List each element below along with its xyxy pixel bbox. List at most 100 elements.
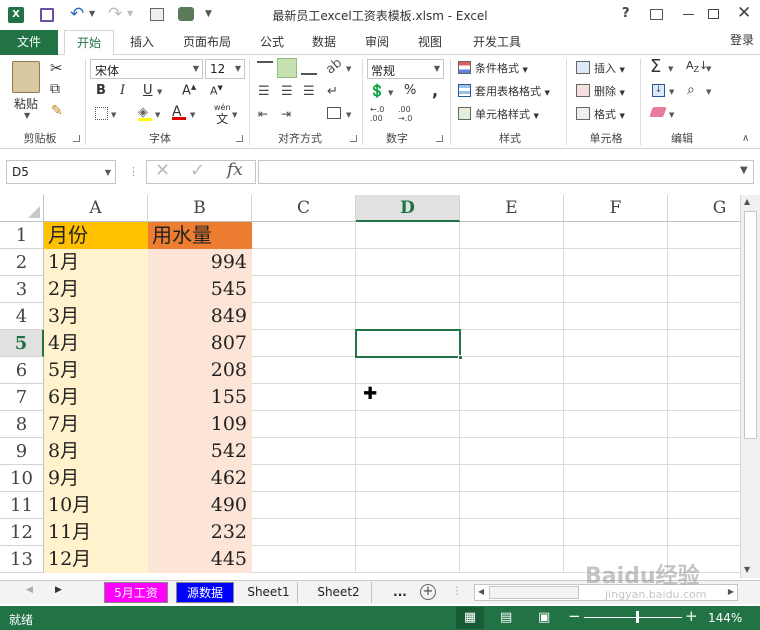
delete-cells-button[interactable]: 删除 ▼ bbox=[594, 83, 625, 99]
row-header-1[interactable]: 1 bbox=[0, 222, 44, 249]
page-break-view-icon[interactable]: ▣ bbox=[538, 610, 550, 625]
copy-icon[interactable]: ⧉ bbox=[50, 81, 60, 97]
cell-styles-button[interactable]: 单元格样式 ▼ bbox=[475, 106, 539, 122]
sort-filter-icon[interactable]: AZ↓ bbox=[686, 59, 708, 74]
italic-button[interactable]: I bbox=[120, 83, 125, 98]
cell-f7[interactable] bbox=[564, 384, 668, 411]
cell-b3[interactable]: 545 bbox=[148, 276, 252, 303]
cell-e8[interactable] bbox=[460, 411, 564, 438]
confirm-entry-icon[interactable]: ✓ bbox=[190, 160, 205, 181]
paste-button[interactable]: 粘贴 bbox=[14, 95, 38, 112]
comma-button[interactable]: , bbox=[432, 81, 438, 100]
fill-dropdown-icon[interactable]: ▼ bbox=[669, 88, 674, 96]
collapse-ribbon-icon[interactable]: ∧ bbox=[742, 133, 749, 144]
increase-decimal-icon[interactable]: ←.0.00 bbox=[370, 105, 384, 123]
cell-g9[interactable] bbox=[668, 438, 740, 465]
more-sheets-button[interactable]: ... bbox=[390, 582, 410, 603]
sort-filter-dropdown-icon[interactable]: ▼ bbox=[706, 65, 711, 73]
cell-b12[interactable]: 232 bbox=[148, 519, 252, 546]
cell-d10[interactable] bbox=[356, 465, 460, 492]
phonetic-icon[interactable]: wén 文 bbox=[214, 103, 231, 126]
cell-e3[interactable] bbox=[460, 276, 564, 303]
font-name-select[interactable]: 宋体 ▼ bbox=[90, 59, 203, 79]
accounting-dropdown-icon[interactable]: ▼ bbox=[388, 89, 393, 97]
undo-icon[interactable]: ↶ bbox=[70, 4, 84, 24]
cell-g11[interactable] bbox=[668, 492, 740, 519]
cell-d1[interactable] bbox=[356, 222, 460, 249]
hscroll-thumb[interactable] bbox=[489, 586, 579, 599]
cell-g7[interactable] bbox=[668, 384, 740, 411]
cell-c6[interactable] bbox=[252, 357, 356, 384]
insert-function-button[interactable]: fx bbox=[227, 160, 243, 180]
row-header-4[interactable]: 4 bbox=[0, 303, 44, 330]
cell-g3[interactable] bbox=[668, 276, 740, 303]
increase-font-icon[interactable]: A▲ bbox=[182, 83, 196, 98]
normal-view-icon[interactable]: ▦ bbox=[456, 607, 484, 629]
cell-a3[interactable]: 2月 bbox=[44, 276, 148, 303]
cell-f10[interactable] bbox=[564, 465, 668, 492]
find-select-dropdown-icon[interactable]: ▼ bbox=[706, 88, 711, 96]
tab-file[interactable]: 文件 bbox=[0, 30, 58, 55]
percent-button[interactable]: % bbox=[404, 83, 416, 98]
zoom-level[interactable]: 144% bbox=[708, 611, 742, 625]
row-header-3[interactable]: 3 bbox=[0, 276, 44, 303]
cell-b8[interactable]: 109 bbox=[148, 411, 252, 438]
zoom-out-icon[interactable]: − bbox=[568, 607, 581, 625]
camera-icon[interactable] bbox=[178, 7, 194, 21]
cell-b9[interactable]: 542 bbox=[148, 438, 252, 465]
cell-a12[interactable]: 11月 bbox=[44, 519, 148, 546]
cell-d3[interactable] bbox=[356, 276, 460, 303]
zoom-slider[interactable] bbox=[584, 611, 682, 623]
signin-link[interactable]: 登录 bbox=[724, 28, 760, 53]
cell-e11[interactable] bbox=[460, 492, 564, 519]
cell-f12[interactable] bbox=[564, 519, 668, 546]
clear-icon[interactable] bbox=[649, 107, 667, 117]
cancel-entry-icon[interactable]: ✕ bbox=[155, 160, 170, 181]
tab-home[interactable]: 开始 bbox=[64, 30, 114, 56]
font-color-icon[interactable]: A bbox=[172, 104, 186, 120]
cell-f6[interactable] bbox=[564, 357, 668, 384]
cell-f1[interactable] bbox=[564, 222, 668, 249]
cell-f13[interactable] bbox=[564, 546, 668, 573]
scroll-up-icon[interactable]: ▲ bbox=[744, 197, 750, 206]
row-header-5[interactable]: 5 bbox=[0, 330, 44, 357]
cell-g4[interactable] bbox=[668, 303, 740, 330]
cell-f2[interactable] bbox=[564, 249, 668, 276]
horizontal-scrollbar[interactable]: ◀ ▶ bbox=[474, 584, 738, 601]
scroll-down-icon[interactable]: ▼ bbox=[744, 565, 750, 574]
cell-c11[interactable] bbox=[252, 492, 356, 519]
undo-dropdown-icon[interactable]: ▼ bbox=[89, 9, 95, 18]
align-middle-icon[interactable] bbox=[277, 58, 297, 78]
cell-b13[interactable]: 445 bbox=[148, 546, 252, 573]
cell-c13[interactable] bbox=[252, 546, 356, 573]
cell-b7[interactable]: 155 bbox=[148, 384, 252, 411]
cell-c4[interactable] bbox=[252, 303, 356, 330]
cell-g8[interactable] bbox=[668, 411, 740, 438]
column-header-c[interactable]: C bbox=[252, 195, 356, 222]
next-sheet-icon[interactable]: ▶ bbox=[55, 585, 62, 595]
cell-g12[interactable] bbox=[668, 519, 740, 546]
print-preview-icon[interactable] bbox=[150, 8, 164, 21]
cell-c9[interactable] bbox=[252, 438, 356, 465]
borders-icon[interactable] bbox=[95, 107, 108, 120]
cell-e6[interactable] bbox=[460, 357, 564, 384]
row-header-13[interactable]: 13 bbox=[0, 546, 44, 573]
page-layout-view-icon[interactable]: ▤ bbox=[500, 610, 512, 625]
restore-button[interactable] bbox=[708, 9, 719, 19]
cell-g5[interactable] bbox=[668, 330, 740, 357]
cell-f4[interactable] bbox=[564, 303, 668, 330]
cell-e10[interactable] bbox=[460, 465, 564, 492]
cell-a13[interactable]: 12月 bbox=[44, 546, 148, 573]
font-size-select[interactable]: 12 ▼ bbox=[205, 59, 245, 79]
cell-b1[interactable]: 用水量 bbox=[148, 222, 252, 249]
tab-view[interactable]: 视图 bbox=[408, 30, 452, 55]
bold-button[interactable]: B bbox=[96, 83, 106, 98]
cell-d6[interactable] bbox=[356, 357, 460, 384]
worksheet-grid[interactable]: A B C D E F G 1 月份 用水量 2 1月 994 3 2月 545 4 3月 849 5 4月 807 6 5月… bbox=[0, 195, 740, 578]
cell-f11[interactable] bbox=[564, 492, 668, 519]
find-select-icon[interactable]: ⌕ bbox=[687, 82, 695, 98]
cell-g2[interactable] bbox=[668, 249, 740, 276]
font-launcher-icon[interactable] bbox=[236, 135, 243, 142]
cell-c1[interactable] bbox=[252, 222, 356, 249]
format-cells-button[interactable]: 格式 ▼ bbox=[594, 106, 625, 122]
